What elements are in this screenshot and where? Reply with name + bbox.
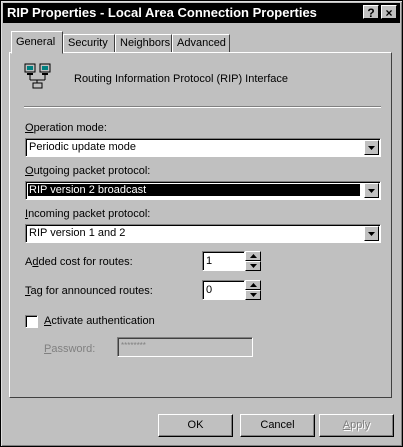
outgoing-protocol-label: Outgoing packet protocol: [25, 165, 150, 177]
added-cost-spinner [245, 251, 261, 271]
tab-neighbors-label: Neighbors [120, 37, 171, 49]
tab-security-label: Security [68, 37, 108, 49]
added-cost-label-text: ded cost for routes: [38, 256, 133, 268]
tab-advanced[interactable]: Advanced [172, 34, 230, 53]
password-field[interactable]: ******** [117, 337, 253, 357]
incoming-protocol-dropdown-button[interactable] [364, 226, 379, 241]
password-label: Password: [44, 343, 95, 355]
outgoing-protocol-dropdown-button[interactable] [364, 183, 379, 198]
close-button[interactable]: × [381, 5, 397, 20]
outgoing-protocol-value: RIP version 2 broadcast [27, 183, 361, 197]
incoming-protocol-value: RIP version 1 and 2 [29, 227, 126, 239]
tab-security[interactable]: Security [63, 34, 115, 53]
activate-authentication-label[interactable]: Activate authentication [44, 315, 155, 327]
password-label-text: assword: [51, 343, 96, 355]
tag-up-button[interactable] [245, 280, 261, 290]
operation-mode-label: Operation mode: [25, 122, 107, 134]
chevron-down-icon [368, 189, 375, 193]
operation-mode-select[interactable]: Periodic update mode [25, 138, 381, 157]
tab-general[interactable]: General [11, 31, 63, 54]
activate-authentication-label-text: ctivate authentication [51, 315, 155, 327]
arrow-up-icon [250, 254, 257, 258]
window-title: RIP Properties - Local Area Connection P… [7, 5, 317, 20]
arrow-down-icon [250, 264, 257, 268]
outgoing-protocol-label-text: utgoing packet protocol: [33, 165, 151, 177]
dialog-window: RIP Properties - Local Area Connection P… [0, 0, 403, 447]
header-text: Routing Information Protocol (RIP) Inter… [74, 73, 288, 85]
tag-down-button[interactable] [245, 290, 261, 300]
tag-input[interactable]: 0 [202, 280, 245, 300]
operation-mode-label-accel: O [25, 122, 34, 134]
added-cost-up-button[interactable] [245, 251, 261, 261]
tag-value: 0 [206, 284, 213, 296]
tab-general-label: General [16, 36, 56, 48]
added-cost-value: 1 [206, 255, 213, 267]
tag-label: Tag for announced routes: [25, 285, 153, 297]
outgoing-protocol-select[interactable]: RIP version 2 broadcast [25, 181, 381, 200]
tag-spinner [245, 280, 261, 300]
chevron-down-icon [368, 232, 375, 236]
tab-advanced-label: Advanced [177, 37, 226, 49]
network-computers-icon [24, 63, 51, 89]
incoming-protocol-select[interactable]: RIP version 1 and 2 [25, 224, 381, 243]
separator [24, 106, 381, 108]
title-bar[interactable]: RIP Properties - Local Area Connection P… [3, 3, 400, 23]
operation-mode-value: Periodic update mode [29, 141, 137, 153]
help-button[interactable]: ? [363, 5, 379, 20]
password-value: ******** [121, 341, 146, 350]
chevron-down-icon [368, 146, 375, 150]
added-cost-input[interactable]: 1 [202, 251, 245, 271]
tab-neighbors[interactable]: Neighbors [115, 34, 172, 53]
apply-button[interactable]: Apply [319, 414, 394, 437]
activate-authentication-checkbox[interactable] [25, 315, 38, 328]
added-cost-down-button[interactable] [245, 261, 261, 271]
incoming-protocol-label-text: ncoming packet protocol: [28, 208, 151, 220]
arrow-down-icon [250, 293, 257, 297]
tag-label-text: ag for announced routes: [30, 285, 153, 297]
operation-mode-label-text: peration mode: [33, 122, 107, 134]
outgoing-protocol-label-accel: O [25, 165, 34, 177]
apply-button-text: pply [350, 419, 371, 431]
operation-mode-dropdown-button[interactable] [364, 140, 379, 155]
cancel-button[interactable]: Cancel [240, 414, 315, 437]
tab-panel-general: Routing Information Protocol (RIP) Inter… [9, 52, 392, 398]
arrow-up-icon [250, 283, 257, 287]
apply-button-accel: A [342, 419, 351, 431]
incoming-protocol-label: Incoming packet protocol: [25, 208, 150, 220]
ok-button[interactable]: OK [158, 414, 233, 437]
added-cost-label: Added cost for routes: [25, 256, 133, 268]
